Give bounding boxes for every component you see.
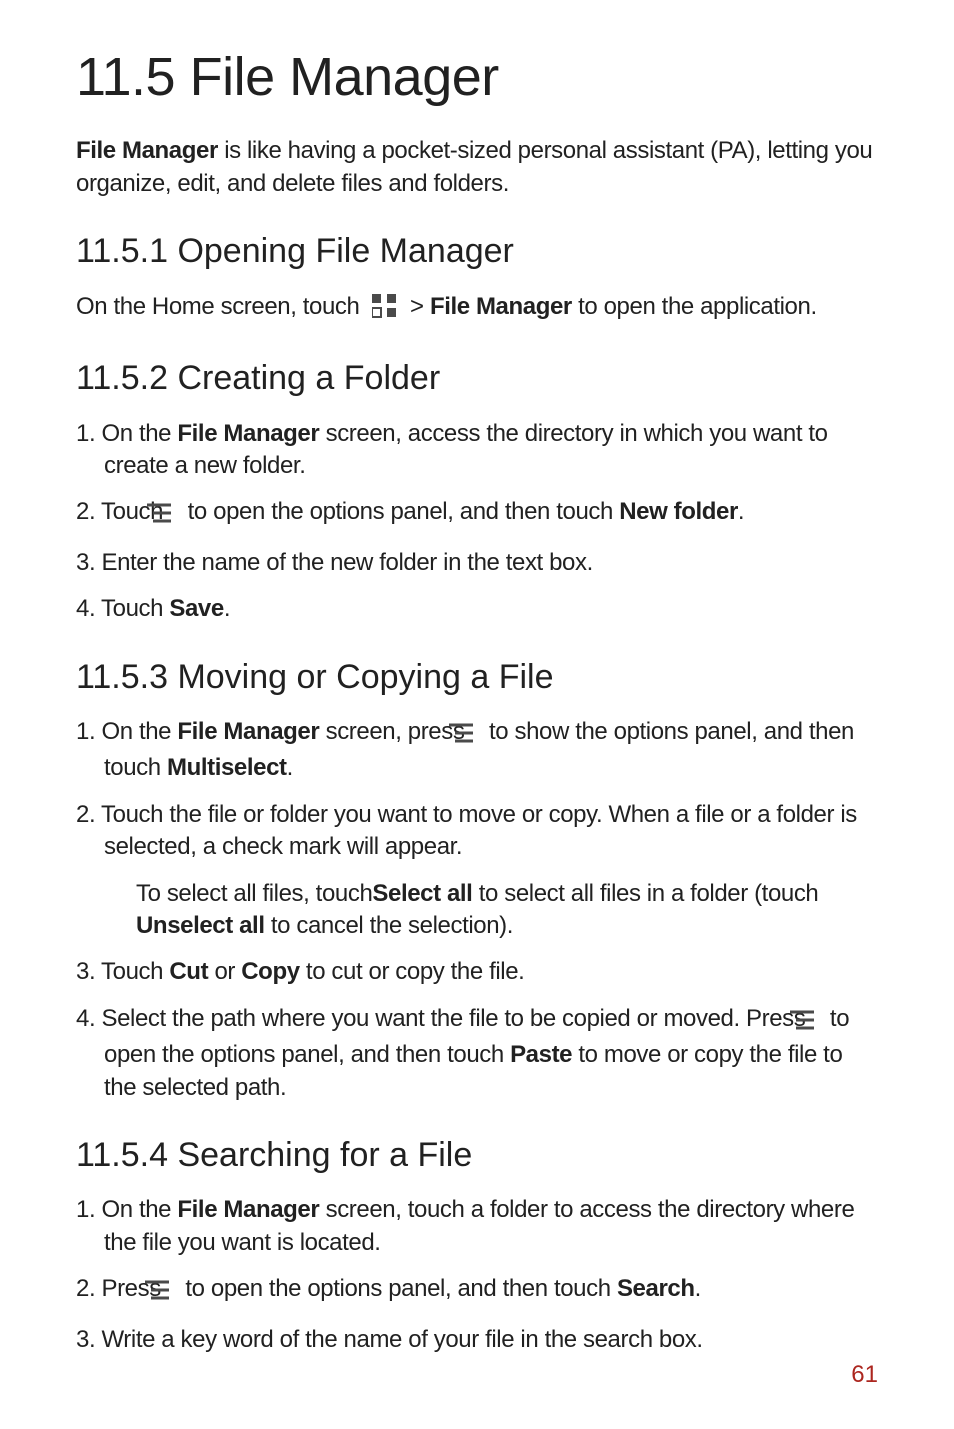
apps-grid-icon — [372, 294, 398, 327]
text: to cut or copy the file. — [300, 958, 525, 985]
bold-text: Search — [617, 1275, 695, 1302]
list-item: 2. Press to open the options panel, and … — [76, 1273, 878, 1309]
list-item-note: To select all files, touchSelect all to … — [76, 878, 878, 943]
bold-text: File Manager — [177, 718, 319, 745]
list-item: 3. Touch Cut or Copy to cut or copy the … — [76, 956, 878, 988]
bold-text: New folder — [619, 498, 738, 525]
page-number: 61 — [851, 1361, 878, 1389]
bold-text: Paste — [510, 1041, 572, 1068]
bold-text: File Manager — [430, 293, 572, 320]
text: 1. On the — [76, 718, 177, 745]
bold-text: Save — [169, 595, 223, 622]
text: On the Home screen, touch — [76, 293, 366, 320]
subsection-heading: 11.5.2 Creating a Folder — [76, 357, 878, 400]
text: . — [738, 498, 744, 525]
subsection-heading: 11.5.4 Searching for a File — [76, 1134, 878, 1177]
text: 4. Touch — [76, 595, 169, 622]
bold-text: Unselect all — [136, 912, 265, 939]
list-item: 4. Touch Save. — [76, 593, 878, 625]
intro-paragraph: File Manager is like having a pocket-siz… — [76, 135, 878, 200]
list-item: 1. On the File Manager screen, press to … — [76, 716, 878, 785]
text: to open the options panel, and then touc… — [188, 498, 620, 525]
section-title: 11.5 File Manager — [76, 48, 878, 107]
text: 1. On the — [76, 420, 177, 447]
text: to open the application. — [572, 293, 817, 320]
list-item: 1. On the File Manager screen, access th… — [76, 418, 878, 483]
text: . — [224, 595, 230, 622]
bold-text: File Manager — [177, 1196, 319, 1223]
text: or — [208, 958, 241, 985]
text: To select all files, touch — [136, 880, 372, 907]
bold-text: Copy — [241, 958, 299, 985]
bold-text: File Manager — [177, 420, 319, 447]
list-item: 3. Enter the name of the new folder in t… — [76, 547, 878, 579]
bold-text: Select all — [372, 880, 472, 907]
list-item: 3. Write a key word of the name of your … — [76, 1324, 878, 1356]
text: > — [410, 293, 430, 320]
list-item: 4. Select the path where you want the fi… — [76, 1003, 878, 1104]
paragraph: On the Home screen, touch > File Manager… — [76, 291, 878, 327]
text: 4. Select the path where you want the fi… — [76, 1005, 812, 1032]
list-item: 1. On the File Manager screen, touch a f… — [76, 1194, 878, 1259]
text: to select all files in a folder (touch — [472, 880, 818, 907]
bold-text: Multiselect — [167, 754, 287, 781]
text: 1. On the — [76, 1196, 177, 1223]
bold-text: File Manager — [76, 137, 218, 164]
text: to cancel the selection). — [265, 912, 513, 939]
bold-text: Cut — [169, 958, 208, 985]
text: 3. Touch — [76, 958, 169, 985]
subsection-heading: 11.5.1 Opening File Manager — [76, 230, 878, 273]
text: to open the options panel, and then touc… — [185, 1275, 617, 1302]
text: . — [287, 754, 293, 781]
list-item: 2. Touch to open the options panel, and … — [76, 496, 878, 532]
list-item: 2. Touch the file or folder you want to … — [76, 799, 878, 864]
subsection-heading: 11.5.3 Moving or Copying a File — [76, 656, 878, 699]
text: . — [695, 1275, 701, 1302]
